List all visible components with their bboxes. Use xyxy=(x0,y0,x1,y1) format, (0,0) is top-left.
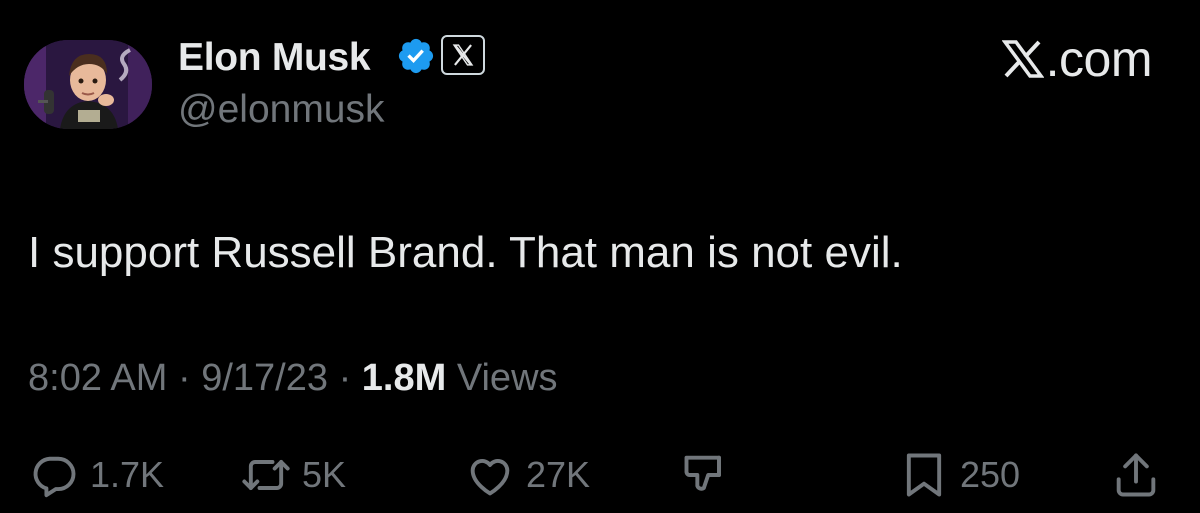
retweet-count: 5K xyxy=(302,454,347,495)
bookmark-icon xyxy=(906,453,942,497)
reply-button[interactable]: 1.7K xyxy=(28,448,164,502)
x-com-watermark: .com xyxy=(1001,30,1153,88)
x-logo-icon xyxy=(452,44,474,66)
views-label: Views xyxy=(456,357,558,399)
author-display-name[interactable]: Elon Musk xyxy=(178,36,371,80)
author-handle[interactable]: @elonmusk xyxy=(178,88,385,132)
reply-count: 1.7K xyxy=(90,454,165,495)
x-affiliate-badge[interactable] xyxy=(441,35,485,75)
retweet-button[interactable]: 5K xyxy=(240,448,346,502)
heart-icon xyxy=(470,459,510,496)
tweet-time[interactable]: 8:02 AM xyxy=(28,357,167,399)
bookmark-count: 250 xyxy=(960,454,1021,495)
reply-icon xyxy=(33,456,76,498)
avatar[interactable] xyxy=(24,40,152,129)
tweet-metadata: 8:02 AM · 9/17/23 · 1.8M Views xyxy=(28,357,558,400)
like-button[interactable]: 27K xyxy=(464,448,590,502)
tweet-text: I support Russell Brand. That man is not… xyxy=(28,228,903,277)
share-icon xyxy=(1116,453,1156,497)
like-count: 27K xyxy=(526,454,591,495)
meta-separator: · xyxy=(177,357,191,399)
thumbs-down-icon xyxy=(684,455,721,491)
dislike-button[interactable] xyxy=(680,448,732,502)
meta-separator: · xyxy=(338,357,352,399)
verified-badge-icon xyxy=(398,38,434,74)
tweet-card: Elon Musk @elonmusk .com I support Russe… xyxy=(0,0,1200,513)
bookmark-button[interactable]: 250 xyxy=(898,448,1020,502)
x-logo-icon xyxy=(1001,40,1044,78)
watermark-text: .com xyxy=(1045,31,1153,87)
share-button[interactable] xyxy=(1110,448,1162,502)
retweet-icon xyxy=(242,460,290,490)
tweet-date[interactable]: 9/17/23 xyxy=(201,357,328,399)
views-count: 1.8M xyxy=(361,357,447,399)
